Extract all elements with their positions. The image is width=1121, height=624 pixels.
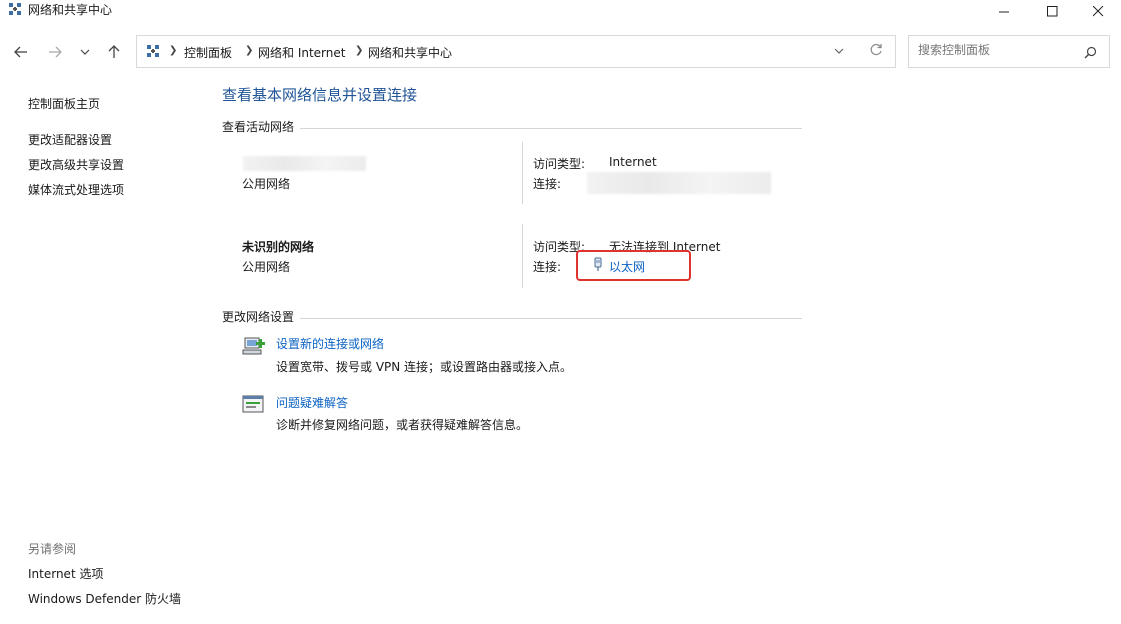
ethernet-icon bbox=[594, 257, 602, 271]
refresh-button[interactable] bbox=[869, 43, 887, 61]
search-box[interactable] bbox=[908, 35, 1110, 68]
page-title: 查看基本网络信息并设置连接 bbox=[222, 86, 418, 104]
network-category: 公用网络 bbox=[242, 177, 291, 191]
setup-connection-link[interactable]: 设置新的连接或网络 bbox=[276, 335, 384, 352]
sidebar-item-advanced-sharing-settings[interactable]: 更改高级共享设置 bbox=[28, 156, 124, 173]
see-also-windows-defender-firewall[interactable]: Windows Defender 防火墙 bbox=[28, 590, 181, 607]
chevron-down-icon bbox=[80, 49, 90, 55]
breadcrumb-control-panel[interactable]: 控制面板 bbox=[184, 44, 232, 61]
breadcrumb-network-sharing-center[interactable]: 网络和共享中心 bbox=[368, 44, 452, 61]
arrow-right-icon bbox=[49, 46, 62, 58]
network-divider bbox=[522, 224, 523, 288]
troubleshoot-description: 诊断并修复网络问题，或者获得疑难解答信息。 bbox=[276, 418, 529, 432]
recent-locations-button[interactable] bbox=[72, 40, 98, 64]
breadcrumb-separator-icon: ❯ bbox=[169, 45, 178, 56]
minimize-icon bbox=[998, 11, 1009, 12]
forward-button[interactable] bbox=[42, 40, 68, 64]
chevron-down-icon bbox=[834, 48, 844, 54]
network-name-redacted bbox=[243, 156, 366, 171]
access-type-value: Internet bbox=[609, 155, 657, 169]
refresh-icon bbox=[870, 43, 882, 56]
address-bar[interactable]: ❯ 控制面板 ❯ 网络和 Internet ❯ 网络和共享中心 bbox=[136, 35, 896, 68]
troubleshoot-icon bbox=[242, 395, 264, 413]
access-type-label: 访问类型: bbox=[533, 157, 586, 171]
connection-ethernet-link[interactable]: 以太网 bbox=[609, 258, 645, 275]
sidebar-item-media-streaming-options[interactable]: 媒体流式处理选项 bbox=[28, 181, 124, 198]
title-bar: 网络和共享中心 bbox=[0, 0, 1121, 22]
network-name: 未识别的网络 bbox=[242, 240, 315, 254]
minimize-button[interactable] bbox=[981, 0, 1027, 22]
arrow-left-icon bbox=[14, 46, 27, 58]
breadcrumb-network-internet[interactable]: 网络和 Internet bbox=[258, 44, 345, 61]
network-category: 公用网络 bbox=[242, 260, 291, 274]
search-input[interactable] bbox=[918, 43, 1078, 57]
control-panel-icon bbox=[147, 45, 159, 57]
close-icon bbox=[1092, 5, 1103, 16]
see-also-heading: 另请参阅 bbox=[28, 542, 77, 556]
see-also-internet-options[interactable]: Internet 选项 bbox=[28, 565, 103, 582]
breadcrumb-separator-icon: ❯ bbox=[355, 45, 364, 56]
connection-name-redacted[interactable] bbox=[587, 172, 771, 194]
section-divider bbox=[222, 318, 802, 319]
close-button[interactable] bbox=[1075, 0, 1121, 22]
address-dropdown-button[interactable] bbox=[833, 44, 847, 58]
change-settings-heading: 更改网络设置 bbox=[222, 308, 301, 325]
arrow-up-icon bbox=[108, 45, 120, 58]
sidebar-item-control-panel-home[interactable]: 控制面板主页 bbox=[28, 95, 100, 112]
maximize-button[interactable] bbox=[1029, 0, 1075, 22]
maximize-icon bbox=[1046, 5, 1057, 16]
section-divider bbox=[222, 128, 802, 129]
new-connection-icon bbox=[242, 337, 265, 355]
up-button[interactable] bbox=[101, 40, 127, 64]
sidebar-item-change-adapter-settings[interactable]: 更改适配器设置 bbox=[28, 131, 112, 148]
setup-connection-description: 设置宽带、拨号或 VPN 连接；或设置路由器或接入点。 bbox=[276, 360, 573, 374]
search-icon[interactable] bbox=[1084, 46, 1097, 59]
window-title: 网络和共享中心 bbox=[28, 3, 113, 17]
active-networks-heading: 查看活动网络 bbox=[222, 118, 301, 135]
network-divider bbox=[522, 142, 523, 204]
connection-label: 连接: bbox=[533, 177, 562, 191]
back-button[interactable] bbox=[8, 40, 34, 64]
connection-label: 连接: bbox=[533, 260, 562, 274]
network-center-icon bbox=[9, 3, 21, 15]
breadcrumb-separator-icon: ❯ bbox=[245, 45, 254, 56]
troubleshoot-link[interactable]: 问题疑难解答 bbox=[276, 394, 348, 411]
